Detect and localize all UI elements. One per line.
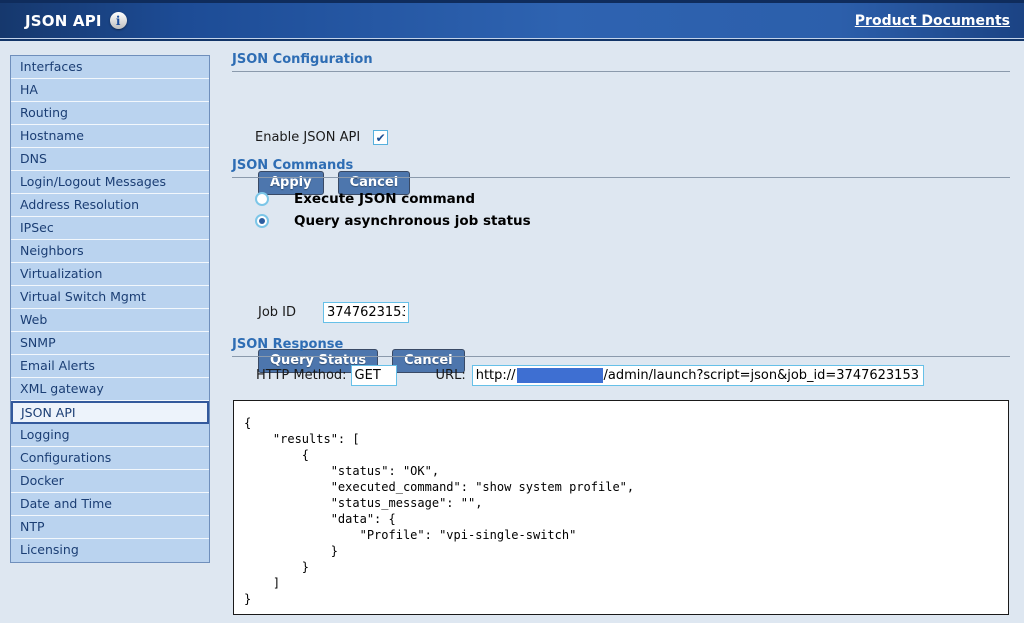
sidebar-item-label: Logging: [20, 427, 70, 442]
sidebar-item-dns[interactable]: DNS: [11, 148, 209, 171]
sidebar-item-label: Neighbors: [20, 243, 84, 258]
sidebar-item-label: DNS: [20, 151, 47, 166]
radio-dot: [259, 196, 265, 202]
job-id-label: Job ID: [258, 305, 323, 320]
json-response-output: { "results": [ { "status": "OK", "execut…: [233, 400, 1009, 615]
sidebar-item-label: Web: [20, 312, 47, 327]
sidebar-item-routing[interactable]: Routing: [11, 102, 209, 125]
title-bar: JSON API i Product Documents: [0, 0, 1024, 38]
sidebar-item-label: Configurations: [20, 450, 111, 465]
redacted-host-block: [517, 368, 603, 383]
url-prefix-text: http://: [476, 368, 516, 383]
section-title-json-response: JSON Response: [232, 337, 1010, 357]
request-info-row: HTTP Method: URL: http:// /admin/launch?…: [232, 365, 1010, 386]
enable-json-api-label: Enable JSON API: [255, 130, 360, 145]
radio-option-query-asynchronous-job-status: Query asynchronous job status: [255, 210, 1010, 232]
radio-dot: [259, 218, 265, 224]
section-title-json-configuration: JSON Configuration: [232, 52, 1010, 72]
page-title: JSON API: [0, 12, 102, 30]
main-content: JSON Configuration Enable JSON API ✔ App…: [232, 50, 1010, 623]
url-suffix-text: /admin/launch?script=json&job_id=3747623…: [604, 368, 919, 383]
http-method-input[interactable]: [351, 365, 397, 386]
sidebar-item-label: Address Resolution: [20, 197, 139, 212]
url-label: URL:: [436, 368, 466, 383]
sidebar-item-label: Interfaces: [20, 59, 82, 74]
sidebar-item-configurations[interactable]: Configurations: [11, 447, 209, 470]
sidebar-item-label: NTP: [20, 519, 45, 534]
sidebar-item-logging[interactable]: Logging: [11, 424, 209, 447]
sidebar-item-licensing[interactable]: Licensing: [11, 539, 209, 562]
sidebar-item-label: Licensing: [20, 542, 79, 557]
sidebar-item-date-and-time[interactable]: Date and Time: [11, 493, 209, 516]
sidebar-item-label: Virtual Switch Mgmt: [20, 289, 146, 304]
radio-option-label: Execute JSON command: [294, 191, 475, 207]
sidebar-item-virtual-switch-mgmt[interactable]: Virtual Switch Mgmt: [11, 286, 209, 309]
sidebar-item-json-api[interactable]: JSON API: [11, 401, 209, 424]
sidebar-item-label: Docker: [20, 473, 64, 488]
sidebar-item-xml-gateway[interactable]: XML gateway: [11, 378, 209, 401]
sidebar-item-label: Date and Time: [20, 496, 112, 511]
http-method-label: HTTP Method:: [256, 368, 347, 383]
sidebar-item-label: Virtualization: [20, 266, 102, 281]
sidebar-item-label: IPSec: [20, 220, 54, 235]
sidebar-item-web[interactable]: Web: [11, 309, 209, 332]
sidebar-item-email-alerts[interactable]: Email Alerts: [11, 355, 209, 378]
radio-button-execute-json-command[interactable]: [255, 192, 269, 206]
sidebar-item-address-resolution[interactable]: Address Resolution: [11, 194, 209, 217]
sidebar-item-hostname[interactable]: Hostname: [11, 125, 209, 148]
sidebar-item-docker[interactable]: Docker: [11, 470, 209, 493]
command-mode-radio-group: Execute JSON command Query asynchronous j…: [232, 188, 1010, 232]
json-response-text: { "results": [ { "status": "OK", "execut…: [244, 415, 1008, 607]
product-documents-link[interactable]: Product Documents: [855, 13, 1024, 29]
sidebar-item-label: JSON API: [21, 405, 76, 420]
info-icon[interactable]: i: [110, 12, 127, 29]
sidebar-item-label: Email Alerts: [20, 358, 95, 373]
sidebar-item-virtualization[interactable]: Virtualization: [11, 263, 209, 286]
radio-button-query-asynchronous-job-status[interactable]: [255, 214, 269, 228]
sidebar-item-label: Hostname: [20, 128, 84, 143]
sidebar-item-label: Routing: [20, 105, 68, 120]
sidebar-item-label: HA: [20, 82, 38, 97]
sidebar-item-ipsec[interactable]: IPSec: [11, 217, 209, 240]
radio-option-execute-json-command: Execute JSON command: [255, 188, 1010, 210]
sidebar-item-label: XML gateway: [20, 381, 104, 396]
sidebar-item-neighbors[interactable]: Neighbors: [11, 240, 209, 263]
sidebar-item-ha[interactable]: HA: [11, 79, 209, 102]
sidebar-nav: Interfaces HA Routing Hostname DNS Login/Logo…: [10, 55, 210, 563]
sidebar-item-interfaces[interactable]: Interfaces: [11, 56, 209, 79]
job-id-row: Job ID: [232, 302, 1010, 323]
section-title-json-commands: JSON Commands: [232, 158, 1010, 178]
job-id-input[interactable]: [323, 302, 409, 323]
sidebar-item-login-logout-messages[interactable]: Login/Logout Messages: [11, 171, 209, 194]
sidebar-item-label: SNMP: [20, 335, 56, 350]
sidebar-item-label: Login/Logout Messages: [20, 174, 166, 189]
url-input[interactable]: http:// /admin/launch?script=json&job_id…: [472, 365, 924, 386]
sidebar-item-snmp[interactable]: SNMP: [11, 332, 209, 355]
radio-option-label: Query asynchronous job status: [294, 213, 531, 229]
enable-json-api-checkbox[interactable]: ✔: [373, 130, 388, 145]
enable-json-api-row: Enable JSON API ✔: [232, 130, 1010, 145]
sidebar-item-ntp[interactable]: NTP: [11, 516, 209, 539]
